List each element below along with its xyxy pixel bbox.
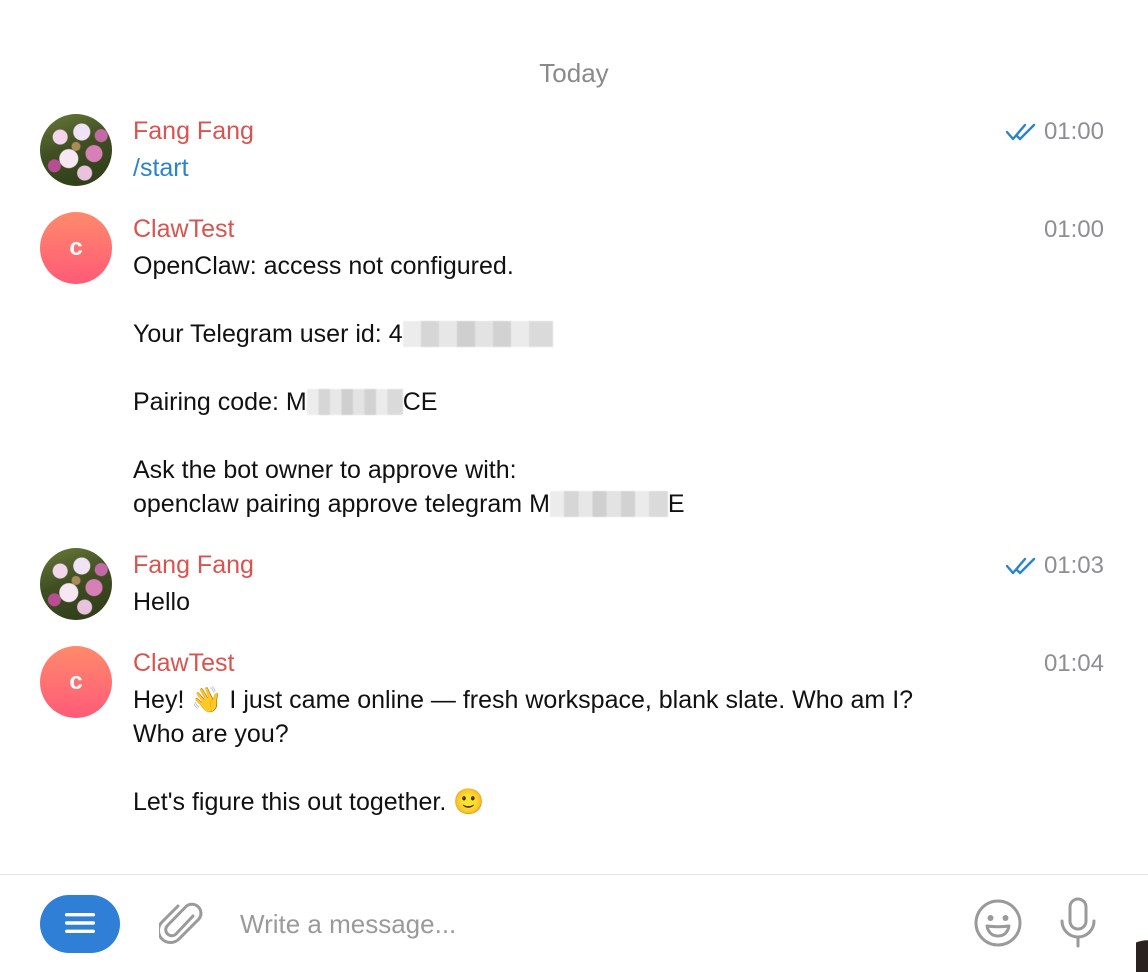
message-text: Your Telegram user id: 4 [133, 317, 973, 351]
avatar-fang-fang[interactable] [40, 114, 112, 186]
redacted-pairing-code [549, 491, 668, 517]
avatar-letter: c [69, 668, 83, 695]
message-text: Pairing code: M CE [133, 385, 973, 419]
message-time-label: 01:03 [1043, 552, 1104, 579]
voice-message-button[interactable] [1052, 897, 1104, 953]
pairing-label: Pairing code: M [133, 388, 307, 416]
message-time-label: 01:00 [1043, 216, 1104, 243]
redacted-pairing-code [306, 389, 403, 415]
paperclip-icon [157, 898, 203, 953]
microphone-icon [1058, 897, 1098, 954]
approve-instruction: Ask the bot owner to approve with: [133, 456, 517, 484]
attach-button[interactable] [156, 899, 206, 951]
message-input[interactable] [240, 903, 940, 945]
avatar-letter: c [69, 234, 83, 261]
double-check-icon [1005, 556, 1036, 576]
menu-button[interactable] [40, 895, 120, 953]
message-line: OpenClaw: access not configured. [133, 252, 514, 280]
window-corner [1136, 893, 1148, 972]
sender-name[interactable]: ClawTest [133, 649, 234, 678]
message-text: Ask the bot owner to approve with: [133, 453, 973, 487]
redacted-user-id [402, 321, 553, 347]
avatar-clawtest[interactable]: c [40, 646, 112, 718]
double-check-icon [1005, 122, 1036, 142]
message-time: 01:00 [1044, 216, 1104, 244]
sender-name[interactable]: ClawTest [133, 215, 234, 244]
message-text: openclaw pairing approve telegram M E [133, 487, 973, 521]
message-time: 01:04 [1044, 650, 1104, 678]
message-time-label: 01:00 [1043, 118, 1104, 145]
avatar-clawtest[interactable]: c [40, 212, 112, 284]
approve-command: openclaw pairing approve telegram M [133, 490, 550, 518]
composer-bar [0, 874, 1148, 972]
pairing-suffix: CE [402, 388, 438, 416]
message-time: 01:03 [1005, 552, 1104, 580]
command-link-start[interactable]: /start [133, 151, 973, 185]
message-text: OpenClaw: access not configured. [133, 249, 973, 283]
sender-name[interactable]: Fang Fang [133, 117, 254, 146]
emoji-button[interactable] [972, 899, 1024, 951]
message-text: Hey! 👋 I just came online — fresh worksp… [133, 686, 914, 816]
menu-icon [64, 912, 96, 937]
sender-name[interactable]: Fang Fang [133, 551, 254, 580]
message-text: Hello [133, 588, 190, 616]
date-separator: Today [539, 58, 609, 88]
message-time: 01:00 [1005, 118, 1104, 146]
avatar-fang-fang[interactable] [40, 548, 112, 620]
smiley-icon [973, 898, 1023, 953]
user-id-label: Your Telegram user id: 4 [133, 320, 403, 348]
chat-window: Today Fang Fang 01:00 /start c ClawTest … [0, 0, 1148, 972]
approve-command-suffix: E [667, 490, 685, 518]
message-time-label: 01:04 [1043, 650, 1104, 677]
